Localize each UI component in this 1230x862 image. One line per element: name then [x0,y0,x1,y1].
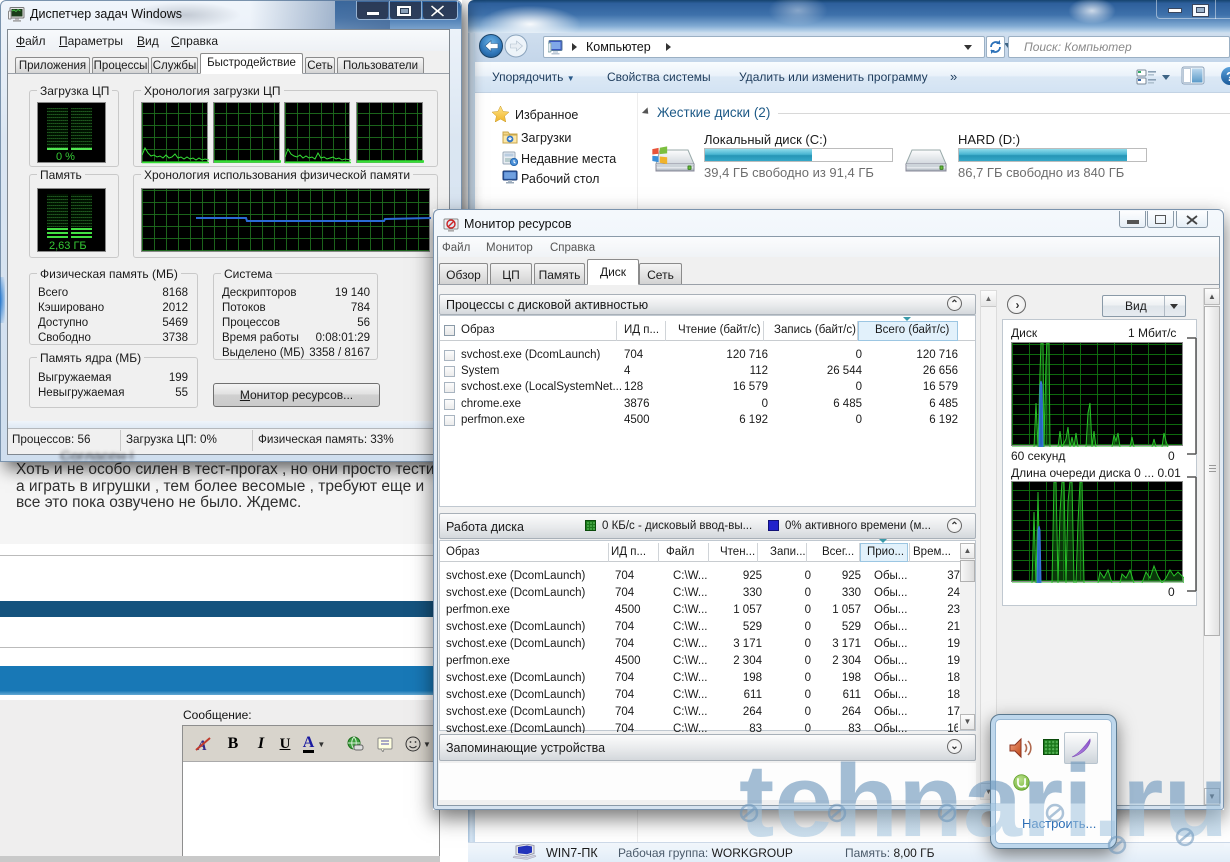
svg-text:?: ? [1226,69,1230,84]
